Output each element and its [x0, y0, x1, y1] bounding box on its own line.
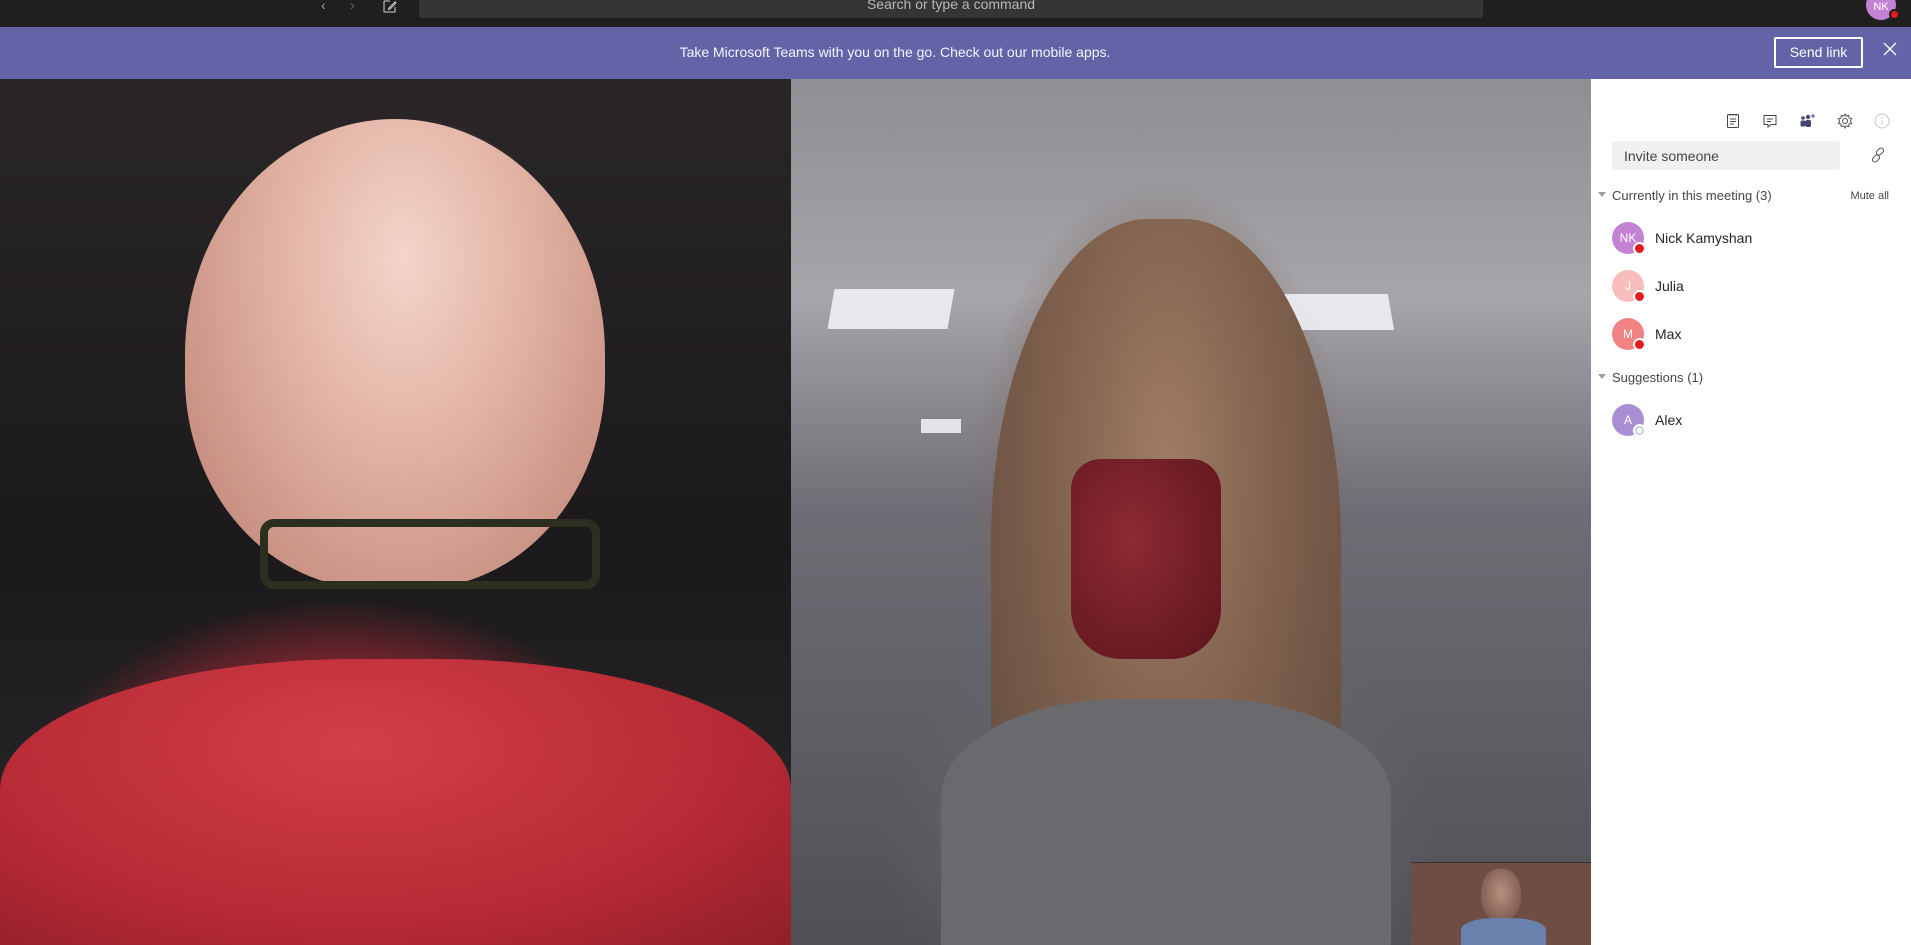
- offline-status-icon: [1633, 424, 1646, 437]
- send-link-button[interactable]: Send link: [1774, 37, 1863, 68]
- ceiling-light: [827, 289, 955, 329]
- panel-toolbar: [1591, 112, 1911, 132]
- suggestions-count: (1): [1687, 370, 1704, 385]
- chat-icon[interactable]: [1761, 112, 1779, 130]
- suggestions-section-header: Suggestions (1): [1591, 369, 1911, 387]
- add-people-icon[interactable]: [1798, 112, 1816, 130]
- busy-status-icon: [1889, 9, 1900, 20]
- suggestions-title[interactable]: Suggestions (1): [1612, 369, 1703, 387]
- profile-initials: NK: [1873, 1, 1889, 13]
- forward-button[interactable]: ›: [350, 0, 355, 12]
- participant-video-left[interactable]: [0, 79, 791, 945]
- suggestions-label: Suggestions: [1612, 370, 1684, 385]
- in-meeting-title[interactable]: Currently in this meeting (3): [1612, 187, 1772, 205]
- link-icon[interactable]: [1868, 145, 1888, 165]
- search-input[interactable]: Search or type a command: [419, 0, 1483, 18]
- ceiling-light: [921, 419, 961, 433]
- banner-message: Take Microsoft Teams with you on the go.…: [679, 44, 1111, 60]
- self-view-video[interactable]: [1411, 862, 1591, 945]
- participant-item[interactable]: M Max: [1591, 314, 1911, 354]
- compose-icon[interactable]: [383, 0, 397, 13]
- in-meeting-section-header: Currently in this meeting (3) Mute all: [1591, 187, 1911, 205]
- collapse-caret-icon[interactable]: [1598, 374, 1606, 379]
- in-meeting-count: (3): [1755, 188, 1772, 203]
- invite-someone-input[interactable]: [1612, 141, 1840, 170]
- participants-panel: Currently in this meeting (3) Mute all N…: [1591, 79, 1911, 945]
- participant-name: Nick Kamyshan: [1655, 230, 1753, 246]
- self-shirt: [1461, 918, 1546, 945]
- participant-name: Max: [1655, 326, 1682, 342]
- settings-icon[interactable]: [1836, 112, 1854, 130]
- profile-avatar[interactable]: NK: [1866, 0, 1900, 20]
- participant-item[interactable]: J Julia: [1591, 266, 1911, 306]
- suggestion-item[interactable]: A Alex: [1591, 400, 1911, 440]
- busy-status-icon: [1633, 242, 1646, 255]
- participant-mug: [1071, 459, 1221, 659]
- title-bar: ‹ › Search or type a command NK: [0, 0, 1911, 27]
- mute-all-button[interactable]: Mute all: [1850, 188, 1889, 204]
- participant-video-right[interactable]: [791, 79, 1591, 945]
- participant-name: Alex: [1655, 412, 1683, 428]
- info-icon[interactable]: [1873, 112, 1891, 130]
- busy-status-icon: [1633, 290, 1646, 303]
- self-head: [1481, 869, 1521, 921]
- participant-item[interactable]: NK Nick Kamyshan: [1591, 218, 1911, 258]
- meeting-notes-icon[interactable]: [1724, 112, 1742, 130]
- participant-name: Julia: [1655, 278, 1684, 294]
- search-placeholder: Search or type a command: [866, 0, 1036, 12]
- mobile-apps-banner: Take Microsoft Teams with you on the go.…: [0, 27, 1911, 79]
- in-meeting-label: Currently in this meeting: [1612, 188, 1753, 203]
- collapse-caret-icon[interactable]: [1598, 192, 1606, 197]
- back-button[interactable]: ‹: [321, 0, 326, 12]
- participant-glasses: [260, 519, 600, 589]
- participant-shirt: [941, 699, 1391, 945]
- busy-status-icon: [1633, 338, 1646, 351]
- participant-hoodie: [0, 659, 791, 945]
- close-icon[interactable]: [1883, 41, 1901, 59]
